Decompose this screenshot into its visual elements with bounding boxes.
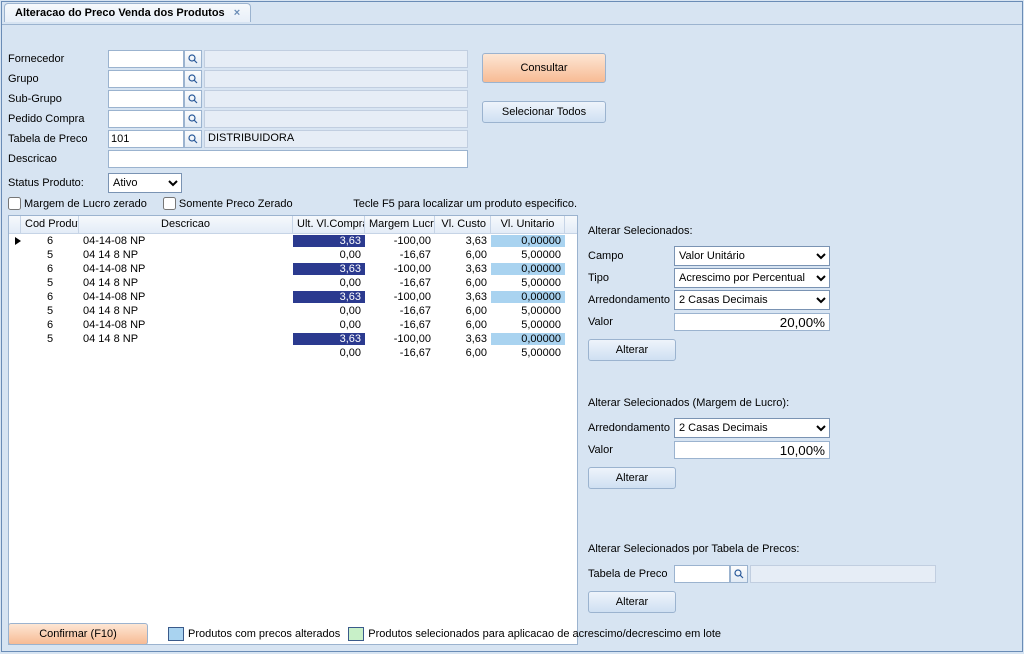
lookup-icon[interactable] [730,565,748,583]
alterar-button-1[interactable]: Alterar [588,339,676,361]
label-pedido: Pedido Compra [8,113,108,125]
lookup-icon[interactable] [184,90,202,108]
legend-alterados: Produtos com precos alterados [188,628,340,640]
table-row[interactable]: 604-14-08 NP0,00-16,676,005,00000 [9,318,577,332]
lookup-icon[interactable] [184,130,202,148]
col-ult[interactable]: Ult. Vl.Compra [293,216,365,233]
table-row[interactable]: 604-14-08 NP3,63-100,003,630,00000 [9,290,577,304]
label-subgrupo: Sub-Grupo [8,93,108,105]
col-cod[interactable]: Cod Produto [21,216,79,233]
check-margem-zerado[interactable] [8,197,21,210]
tipo-select[interactable]: Acrescimo por Percentual [674,268,830,288]
product-grid[interactable]: Cod Produto Descricao Ult. Vl.Compra Mar… [8,215,578,645]
label-arred2: Arredondamento [588,422,674,434]
label-tabela-preco: Tabela de Preco [588,568,674,580]
label-valor: Valor [588,316,674,328]
lookup-icon[interactable] [184,50,202,68]
label-tipo: Tipo [588,272,674,284]
f5-hint: Tecle F5 para localizar um produto espec… [353,198,577,210]
alterar-button-2[interactable]: Alterar [588,467,676,489]
legend-selecionados: Produtos selecionados para aplicacao de … [368,628,721,640]
check-preco-zerado[interactable] [163,197,176,210]
tabela-input[interactable] [108,130,184,148]
selecionar-todos-button[interactable]: Selecionar Todos [482,101,606,123]
consultar-button[interactable]: Consultar [482,53,606,83]
right-pane: Alterar Selecionados: Campo Valor Unitár… [588,225,938,613]
tab-main[interactable]: Alteracao do Preco Venda dos Produtos × [4,3,251,22]
section2-title: Alterar Selecionados (Margem de Lucro): [588,397,938,409]
label-valor2: Valor [588,444,674,456]
tab-content: Fornecedor Grupo Sub-Grupo Pedido Compra [2,24,1022,651]
grid-body[interactable]: 604-14-08 NP3,63-100,003,630,00000504 14… [9,234,577,644]
label-fornecedor: Fornecedor [8,53,108,65]
legend-box-alterados [168,627,184,641]
label-campo: Campo [588,250,674,262]
confirmar-button[interactable]: Confirmar (F10) [8,623,148,645]
label-preco-zerado: Somente Preco Zerado [179,198,293,210]
section3-title: Alterar Selecionados por Tabela de Preco… [588,543,938,555]
section1-title: Alterar Selecionados: [588,225,938,237]
label-arred: Arredondamento [588,294,674,306]
pedido-desc [204,110,468,128]
label-status: Status Produto: [8,177,108,189]
app-window: Alteracao do Preco Venda dos Produtos × … [1,1,1023,652]
arred2-select[interactable]: 2 Casas Decimais [674,418,830,438]
subgrupo-desc [204,90,468,108]
alterar-button-3[interactable]: Alterar [588,591,676,613]
descricao-input[interactable] [108,150,468,168]
grid-header: Cod Produto Descricao Ult. Vl.Compra Mar… [9,216,577,234]
close-icon[interactable]: × [234,7,240,19]
table-row[interactable]: 504 14 8 NP0,00-16,676,005,00000 [9,304,577,318]
valor2-input[interactable] [674,441,830,459]
grupo-input[interactable] [108,70,184,88]
table-row[interactable]: 504 14 8 NP0,00-16,676,005,00000 [9,248,577,262]
tabela-preco-input[interactable] [674,565,730,583]
grupo-desc [204,70,468,88]
lookup-icon[interactable] [184,70,202,88]
legend-box-selecionados [348,627,364,641]
label-grupo: Grupo [8,73,108,85]
table-row[interactable]: 504 14 8 NP3,63-100,003,630,00000 [9,332,577,346]
filter-form: Fornecedor Grupo Sub-Grupo Pedido Compra [8,49,468,193]
label-margem-zerado: Margem de Lucro zerado [24,198,147,210]
checkbox-row: Margem de Lucro zerado Somente Preco Zer… [8,197,577,210]
col-custo[interactable]: Vl. Custo [435,216,491,233]
table-row[interactable]: 504 14 8 NP0,00-16,676,005,00000 [9,276,577,290]
tabela-preco-desc [750,565,936,583]
table-row[interactable]: 604-14-08 NP3,63-100,003,630,00000 [9,234,577,248]
col-marg[interactable]: Margem Lucro [365,216,435,233]
status-select[interactable]: Ativo [108,173,182,193]
lookup-icon[interactable] [184,110,202,128]
pedido-input[interactable] [108,110,184,128]
campo-select[interactable]: Valor Unitário [674,246,830,266]
table-row[interactable]: 0,00-16,676,005,00000 [9,346,577,360]
fornecedor-input[interactable] [108,50,184,68]
table-row[interactable]: 604-14-08 NP3,63-100,003,630,00000 [9,262,577,276]
fornecedor-desc [204,50,468,68]
col-desc[interactable]: Descricao [79,216,293,233]
arred-select[interactable]: 2 Casas Decimais [674,290,830,310]
tabela-desc: DISTRIBUIDORA [204,130,468,148]
label-tabela: Tabela de Preco [8,133,108,145]
tab-title: Alteracao do Preco Venda dos Produtos [15,7,225,19]
footer: Confirmar (F10) Produtos com precos alte… [8,621,1016,647]
col-unit[interactable]: Vl. Unitario [491,216,565,233]
valor-input[interactable] [674,313,830,331]
tab-bar: Alteracao do Preco Venda dos Produtos × [2,2,1022,24]
label-descricao: Descricao [8,153,108,165]
subgrupo-input[interactable] [108,90,184,108]
